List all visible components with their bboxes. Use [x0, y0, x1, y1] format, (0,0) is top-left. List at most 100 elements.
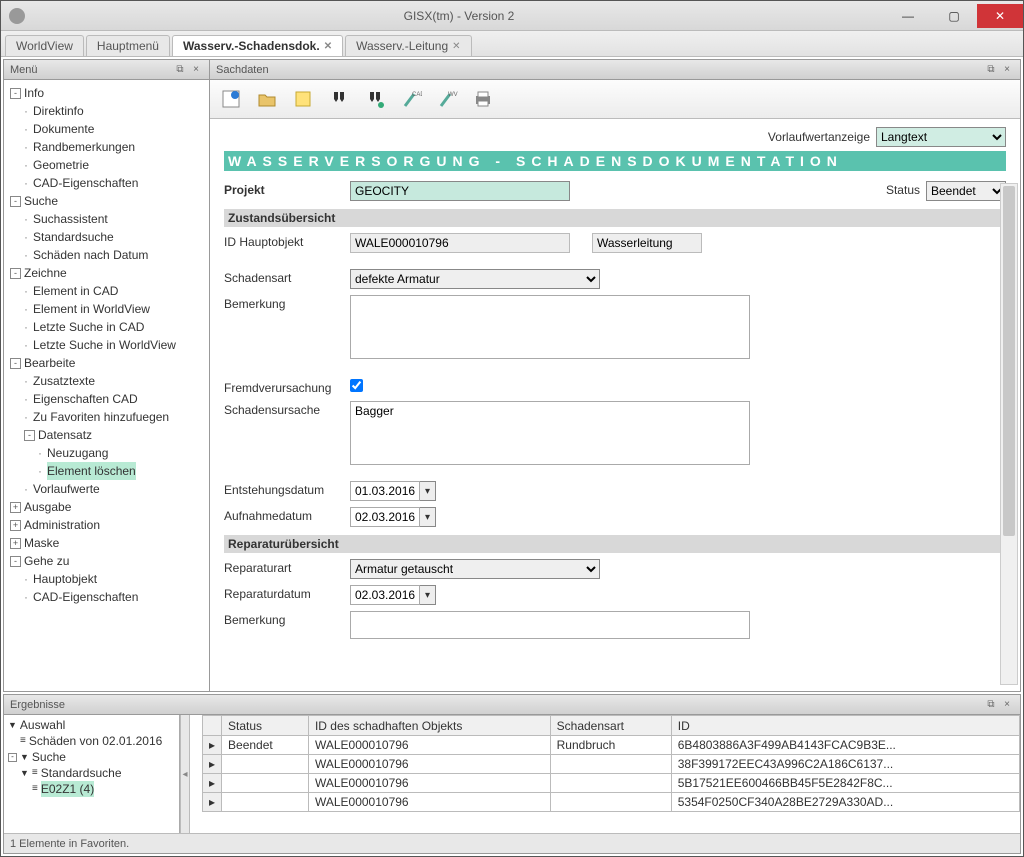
- tab-hauptmen-[interactable]: Hauptmenü: [86, 35, 170, 56]
- tree-node-auswahl[interactable]: ▼Auswahl: [8, 717, 177, 733]
- tab-wasserv-schadensdok-[interactable]: Wasserv.-Schadensdok.✕: [172, 35, 343, 56]
- menu-item[interactable]: ·Zusatztexte: [24, 372, 207, 390]
- expand-icon[interactable]: -: [10, 88, 21, 99]
- tab-wasserv-leitung[interactable]: Wasserv.-Leitung✕: [345, 35, 471, 56]
- date-picker-icon[interactable]: ▾: [420, 507, 436, 527]
- menu-item[interactable]: ·Eigenschaften CAD: [24, 390, 207, 408]
- bemerkung-field[interactable]: [350, 295, 750, 359]
- menu-node[interactable]: -Suche: [10, 192, 207, 210]
- panel-max-icon[interactable]: ⧉: [984, 63, 998, 77]
- aufnahm-field[interactable]: [350, 507, 420, 527]
- menu-item[interactable]: ·Vorlaufwerte: [24, 480, 207, 498]
- menu-item[interactable]: ·Geometrie: [24, 156, 207, 174]
- menu-item[interactable]: ·CAD-Eigenschaften: [24, 588, 207, 606]
- tree-node-leaf[interactable]: ≡E02Z1 (4): [32, 781, 177, 797]
- results-header: Ergebnisse ⧉ ×: [4, 695, 1020, 715]
- menu-node[interactable]: +Administration: [10, 516, 207, 534]
- expand-icon[interactable]: -: [10, 196, 21, 207]
- tool-note-button[interactable]: [288, 84, 318, 114]
- column-header[interactable]: Status: [222, 716, 309, 736]
- menu-item[interactable]: ·CAD-Eigenschaften: [24, 174, 207, 192]
- close-button[interactable]: ✕: [977, 4, 1023, 28]
- content-scrollbar[interactable]: [1000, 183, 1018, 685]
- panel-close-icon[interactable]: ×: [1000, 698, 1014, 712]
- close-icon[interactable]: ✕: [452, 41, 460, 52]
- tool-wv-button[interactable]: WV: [432, 84, 462, 114]
- panel-close-icon[interactable]: ×: [189, 63, 203, 77]
- expand-icon[interactable]: +: [10, 538, 21, 549]
- entsteh-field[interactable]: [350, 481, 420, 501]
- tool-form-button[interactable]: [216, 84, 246, 114]
- tab-worldview[interactable]: WorldView: [5, 35, 84, 56]
- menu-item[interactable]: ·Neuzugang: [38, 444, 207, 462]
- table-row[interactable]: ▸WALE00001079638F399172EEC43A996C2A186C6…: [203, 755, 1020, 774]
- menu-item[interactable]: ·Standardsuche: [24, 228, 207, 246]
- date-picker-icon[interactable]: ▾: [420, 585, 436, 605]
- expand-icon[interactable]: -: [24, 430, 35, 441]
- row-selector[interactable]: ▸: [203, 755, 222, 774]
- menu-item[interactable]: ·Letzte Suche in CAD: [24, 318, 207, 336]
- repart-select[interactable]: Armatur getauscht: [350, 559, 600, 579]
- column-header[interactable]: ID: [671, 716, 1019, 736]
- tool-open-button[interactable]: [252, 84, 282, 114]
- menu-item[interactable]: ·Suchassistent: [24, 210, 207, 228]
- menu-item[interactable]: ·Dokumente: [24, 120, 207, 138]
- repdate-field[interactable]: [350, 585, 420, 605]
- row-selector[interactable]: ▸: [203, 736, 222, 755]
- panel-pin-icon[interactable]: ⧉: [173, 63, 187, 77]
- menu-item-label: Gehe zu: [24, 552, 69, 570]
- panel-close-icon[interactable]: ×: [1000, 63, 1014, 77]
- column-header[interactable]: ID des schadhaften Objekts: [308, 716, 550, 736]
- vorlauf-select[interactable]: Langtext: [876, 127, 1006, 147]
- panel-max-icon[interactable]: ⧉: [984, 698, 998, 712]
- fremd-checkbox[interactable]: [350, 379, 363, 392]
- table-row[interactable]: ▸WALE0000107965354F0250CF340A28BE2729A33…: [203, 793, 1020, 812]
- menu-node[interactable]: -Info: [10, 84, 207, 102]
- menu-node[interactable]: +Ausgabe: [10, 498, 207, 516]
- row-selector[interactable]: ▸: [203, 774, 222, 793]
- tool-cad-button[interactable]: CAD: [396, 84, 426, 114]
- cell: WALE000010796: [308, 793, 550, 812]
- table-row[interactable]: ▸BeendetWALE000010796Rundbruch6B4803886A…: [203, 736, 1020, 755]
- repbem-field[interactable]: [350, 611, 750, 639]
- results-tree: ▼Auswahl ≡Schäden von 02.01.2016 -▼Suche…: [4, 715, 180, 833]
- expand-icon[interactable]: -: [10, 358, 21, 369]
- schadensart-select[interactable]: defekte Armatur: [350, 269, 600, 289]
- aufnahm-label: Aufnahmedatum: [224, 507, 344, 523]
- row-selector[interactable]: ▸: [203, 793, 222, 812]
- expand-icon[interactable]: +: [10, 502, 21, 513]
- menu-node[interactable]: -Bearbeite: [10, 354, 207, 372]
- tool-print-button[interactable]: [468, 84, 498, 114]
- expand-icon[interactable]: -: [10, 268, 21, 279]
- menu-node[interactable]: -Zeichne: [10, 264, 207, 282]
- status-select[interactable]: Beendet: [926, 181, 1006, 201]
- close-icon[interactable]: ✕: [324, 41, 332, 52]
- projekt-field[interactable]: [350, 181, 570, 201]
- table-row[interactable]: ▸WALE0000107965B17521EE600466BB45F5E2842…: [203, 774, 1020, 793]
- menu-item[interactable]: ·Zu Favoriten hinzufuegen: [24, 408, 207, 426]
- expand-icon[interactable]: +: [10, 520, 21, 531]
- menu-item[interactable]: ·Element löschen: [38, 462, 207, 480]
- splitter-handle[interactable]: ◂: [180, 715, 190, 833]
- menu-item[interactable]: ·Hauptobjekt: [24, 570, 207, 588]
- maximize-button[interactable]: ▢: [931, 4, 977, 28]
- tree-node-suche[interactable]: -▼Suche: [8, 749, 177, 765]
- menu-node[interactable]: +Maske: [10, 534, 207, 552]
- tree-node-auswahl-child[interactable]: ≡Schäden von 02.01.2016: [20, 733, 177, 749]
- tree-node-standard[interactable]: ▼≡Standardsuche: [20, 765, 177, 781]
- menu-item[interactable]: ·Element in WorldView: [24, 300, 207, 318]
- menu-item[interactable]: ·Letzte Suche in WorldView: [24, 336, 207, 354]
- date-picker-icon[interactable]: ▾: [420, 481, 436, 501]
- minimize-button[interactable]: ―: [885, 4, 931, 28]
- menu-node[interactable]: -Gehe zu: [10, 552, 207, 570]
- ursache-field[interactable]: Bagger: [350, 401, 750, 465]
- menu-item[interactable]: ·Element in CAD: [24, 282, 207, 300]
- menu-item[interactable]: ·Direktinfo: [24, 102, 207, 120]
- tool-search2-button[interactable]: [360, 84, 390, 114]
- menu-node[interactable]: -Datensatz: [24, 426, 207, 444]
- tool-search-button[interactable]: [324, 84, 354, 114]
- column-header[interactable]: Schadensart: [550, 716, 671, 736]
- expand-icon[interactable]: -: [10, 556, 21, 567]
- menu-item[interactable]: ·Schäden nach Datum: [24, 246, 207, 264]
- menu-item[interactable]: ·Randbemerkungen: [24, 138, 207, 156]
